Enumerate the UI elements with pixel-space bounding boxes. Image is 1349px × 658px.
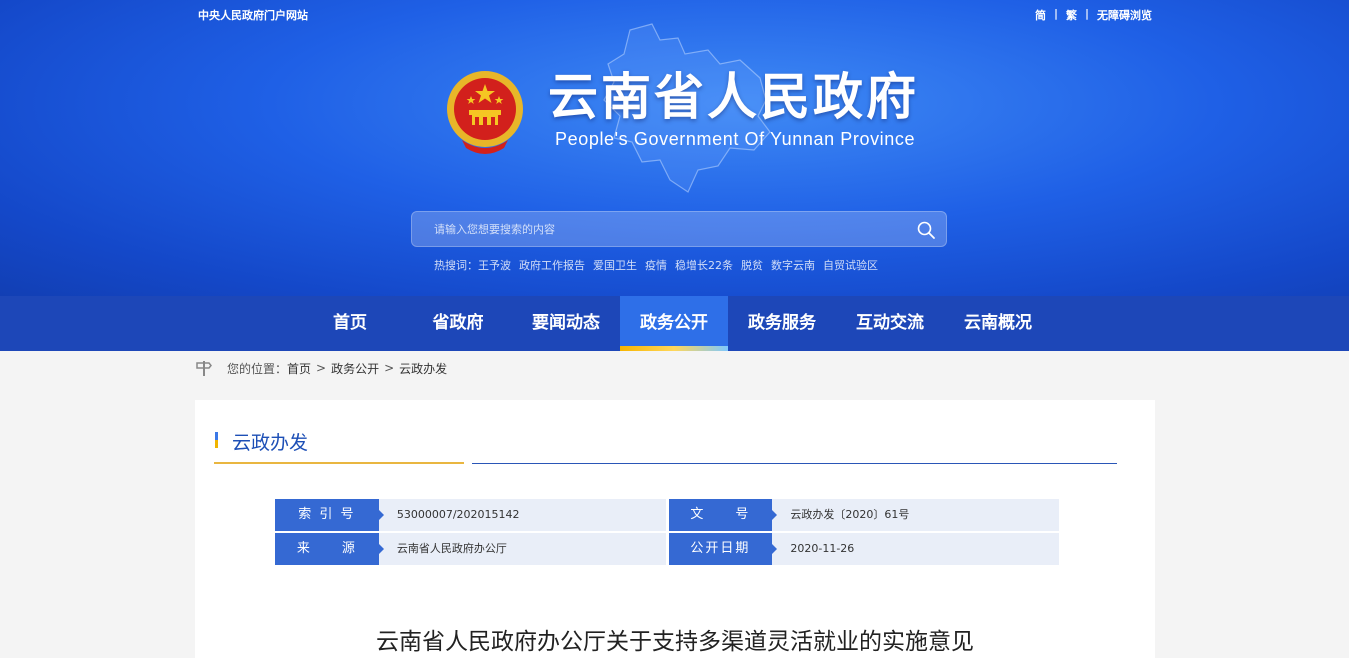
document-card: 云政办发 索 引 号 53000007/202015142 文 号 云政办发〔2…	[195, 400, 1155, 658]
breadcrumb-separator: >	[384, 361, 395, 375]
hotwords-label: 热搜词：	[434, 259, 478, 272]
national-emblem-icon	[447, 71, 523, 154]
nav-item-home[interactable]: 首页	[296, 296, 404, 351]
hotword-link[interactable]: 王予波	[478, 257, 511, 273]
source-label: 来 源	[275, 533, 384, 565]
metadata-row: 索 引 号 53000007/202015142 文 号 云政办发〔2020〕6…	[275, 499, 1062, 531]
breadcrumb-current[interactable]: 云政办发	[399, 360, 447, 377]
breadcrumb-government-affairs[interactable]: 政务公开	[331, 360, 379, 377]
nav-item-news[interactable]: 要闻动态	[512, 296, 620, 351]
metadata-row: 来 源 云南省人民政府办公厅 公开日期 2020-11-26	[275, 533, 1062, 565]
nav-item-interaction[interactable]: 互动交流	[836, 296, 944, 351]
search-icon[interactable]	[916, 220, 936, 240]
divider: |	[1053, 7, 1058, 20]
document-metadata-table: 索 引 号 53000007/202015142 文 号 云政办发〔2020〕6…	[275, 499, 1062, 567]
site-subtitle: People's Government Of Yunnan Province	[555, 129, 916, 149]
breadcrumb: 您的位置： 首页 > 政务公开 > 云政办发	[195, 358, 447, 378]
publish-date-value: 2020-11-26	[772, 533, 1059, 565]
hotword-link[interactable]: 稳增长22条	[675, 257, 733, 273]
accessibility-link[interactable]: 无障碍浏览	[1097, 7, 1152, 23]
index-number-label: 索 引 号	[275, 499, 384, 531]
publish-date-label: 公开日期	[668, 533, 778, 565]
hotword-link[interactable]: 政府工作报告	[519, 257, 585, 273]
hotword-link[interactable]: 疫情	[645, 257, 667, 273]
search-box	[411, 211, 947, 247]
language-links: 简 | 繁 | 无障碍浏览	[1035, 7, 1152, 23]
main-navigation: 首页 省政府 要闻动态 政务公开 政务服务 互动交流 云南概况	[0, 296, 1349, 351]
simplified-chinese-link[interactable]: 简	[1035, 7, 1046, 23]
signpost-icon	[196, 361, 212, 376]
document-title: 云南省人民政府办公厅关于支持多渠道灵活就业的实施意见	[376, 629, 974, 655]
divider	[472, 463, 1117, 464]
traditional-chinese-link[interactable]: 繁	[1066, 7, 1077, 23]
document-number-value: 云政办发〔2020〕61号	[772, 499, 1059, 531]
divider	[214, 462, 464, 464]
nav-item-yunnan-overview[interactable]: 云南概况	[944, 296, 1052, 351]
site-title: 云南省人民政府	[548, 68, 919, 126]
nav-item-government-affairs-disclosure[interactable]: 政务公开	[620, 296, 728, 351]
nav-item-government-services[interactable]: 政务服务	[728, 296, 836, 351]
source-value: 云南省人民政府办公厅	[378, 533, 666, 565]
hotword-link[interactable]: 数字云南	[771, 257, 815, 273]
breadcrumb-home[interactable]: 首页	[287, 360, 311, 377]
breadcrumb-prefix: 您的位置：	[227, 361, 288, 376]
hotword-link[interactable]: 自贸试验区	[823, 257, 878, 273]
divider: |	[1084, 7, 1089, 20]
central-gov-portal-link[interactable]: 中央人民政府门户网站	[198, 7, 308, 23]
hotword-link[interactable]: 爱国卫生	[593, 257, 637, 273]
category-marker	[215, 432, 218, 448]
site-header: 中央人民政府门户网站 简 | 繁 | 无障碍浏览 云南省人民政府 People'…	[0, 0, 1349, 296]
nav-item-provincial-government[interactable]: 省政府	[404, 296, 512, 351]
document-number-label: 文 号	[668, 499, 778, 531]
index-number-value: 53000007/202015142	[378, 499, 666, 531]
hotword-link[interactable]: 脱贫	[741, 257, 763, 273]
category-title: 云政办发	[232, 432, 309, 454]
search-input[interactable]	[412, 212, 902, 246]
hot-search-words: 热搜词： 王予波 政府工作报告 爱国卫生 疫情 稳增长22条 脱贫 数字云南 自…	[434, 257, 878, 273]
breadcrumb-separator: >	[316, 361, 327, 375]
